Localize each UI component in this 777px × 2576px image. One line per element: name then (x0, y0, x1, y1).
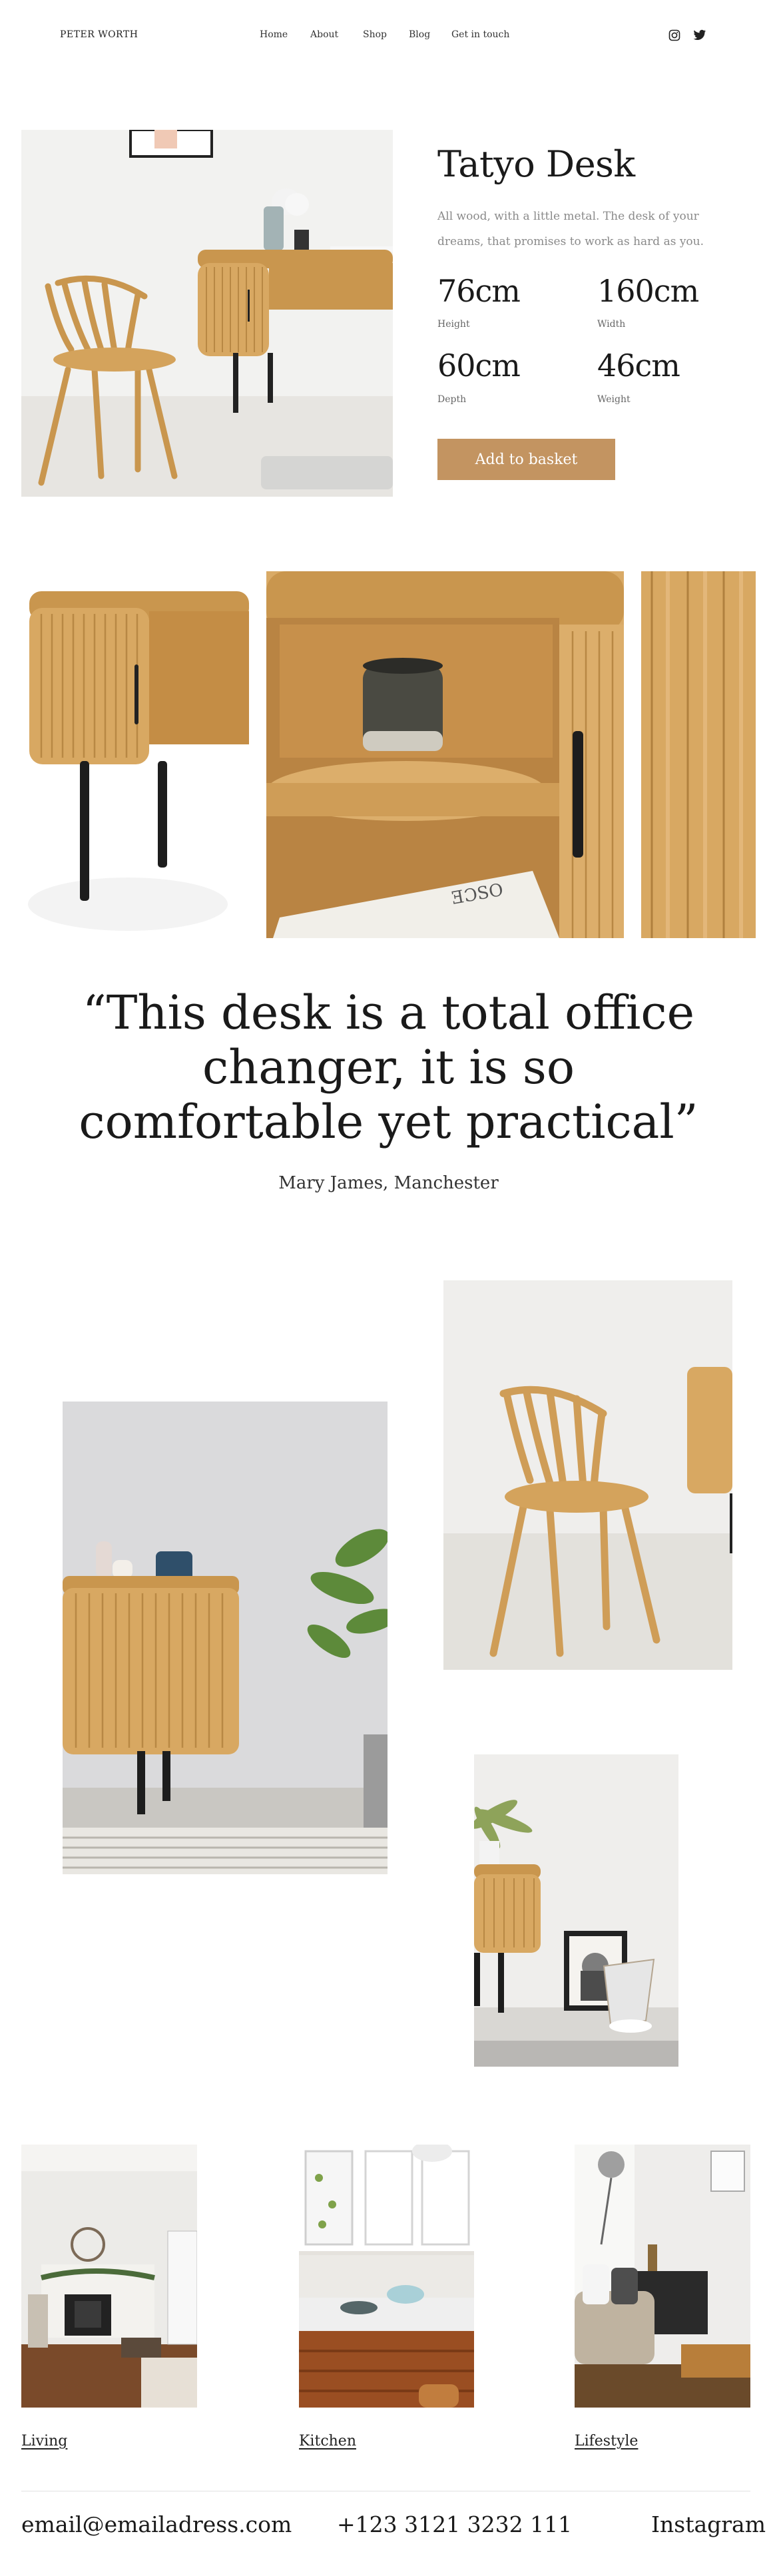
nav-get-in-touch[interactable]: Get in touch (451, 29, 509, 40)
spec-weight-label: Weight (597, 394, 631, 405)
category-lifestyle-image[interactable] (575, 2145, 750, 2408)
footer-email-link[interactable]: email@emailadress.com (21, 2511, 292, 2537)
brand-logo[interactable]: PETER WORTH (60, 29, 138, 40)
spec-depth-label: Depth (437, 394, 467, 405)
footer-instagram-link[interactable]: Instagram (651, 2511, 766, 2537)
product-description: All wood, with a little metal. The desk … (437, 210, 704, 248)
product-hero-image (21, 130, 393, 497)
category-living-image[interactable] (21, 2145, 197, 2408)
collage-sideboard-image (63, 1402, 388, 1874)
collage-side-table-image (474, 1754, 678, 2067)
category-kitchen-link[interactable]: Kitchen (299, 2433, 356, 2449)
spec-weight-value: 46cm (597, 348, 680, 384)
spec-height-label: Height (437, 319, 470, 330)
spec-depth-value: 60cm (437, 348, 521, 384)
spec-width-value: 160cm (597, 273, 699, 309)
twitter-icon[interactable] (693, 29, 706, 41)
footer-phone-link[interactable]: +123 3121 3232 111 (337, 2511, 572, 2537)
spec-width-label: Width (597, 319, 626, 330)
product-title: Tatyo Desk (437, 143, 635, 185)
gallery-desk-side-image (21, 571, 249, 938)
gallery-wood-texture-image (641, 571, 756, 938)
nav-about[interactable]: About (310, 29, 338, 40)
add-to-basket-button[interactable]: Add to basket (437, 439, 615, 480)
testimonial-quote: “This desk is a total office changer, it… (79, 985, 698, 1149)
gallery-desk-shelf-image: ƎƆSO (266, 571, 624, 938)
instagram-icon[interactable] (668, 29, 680, 41)
testimonial-author: Mary James, Manchester (278, 1173, 499, 1193)
category-lifestyle-link[interactable]: Lifestyle (575, 2433, 638, 2449)
spec-height-value: 76cm (437, 273, 521, 309)
category-kitchen-image[interactable] (299, 2145, 474, 2408)
nav-home[interactable]: Home (260, 29, 288, 40)
collage-chair-image (443, 1280, 732, 1670)
nav-shop[interactable]: Shop (363, 29, 387, 40)
category-living-link[interactable]: Living (21, 2433, 67, 2449)
nav-blog[interactable]: Blog (409, 29, 430, 40)
